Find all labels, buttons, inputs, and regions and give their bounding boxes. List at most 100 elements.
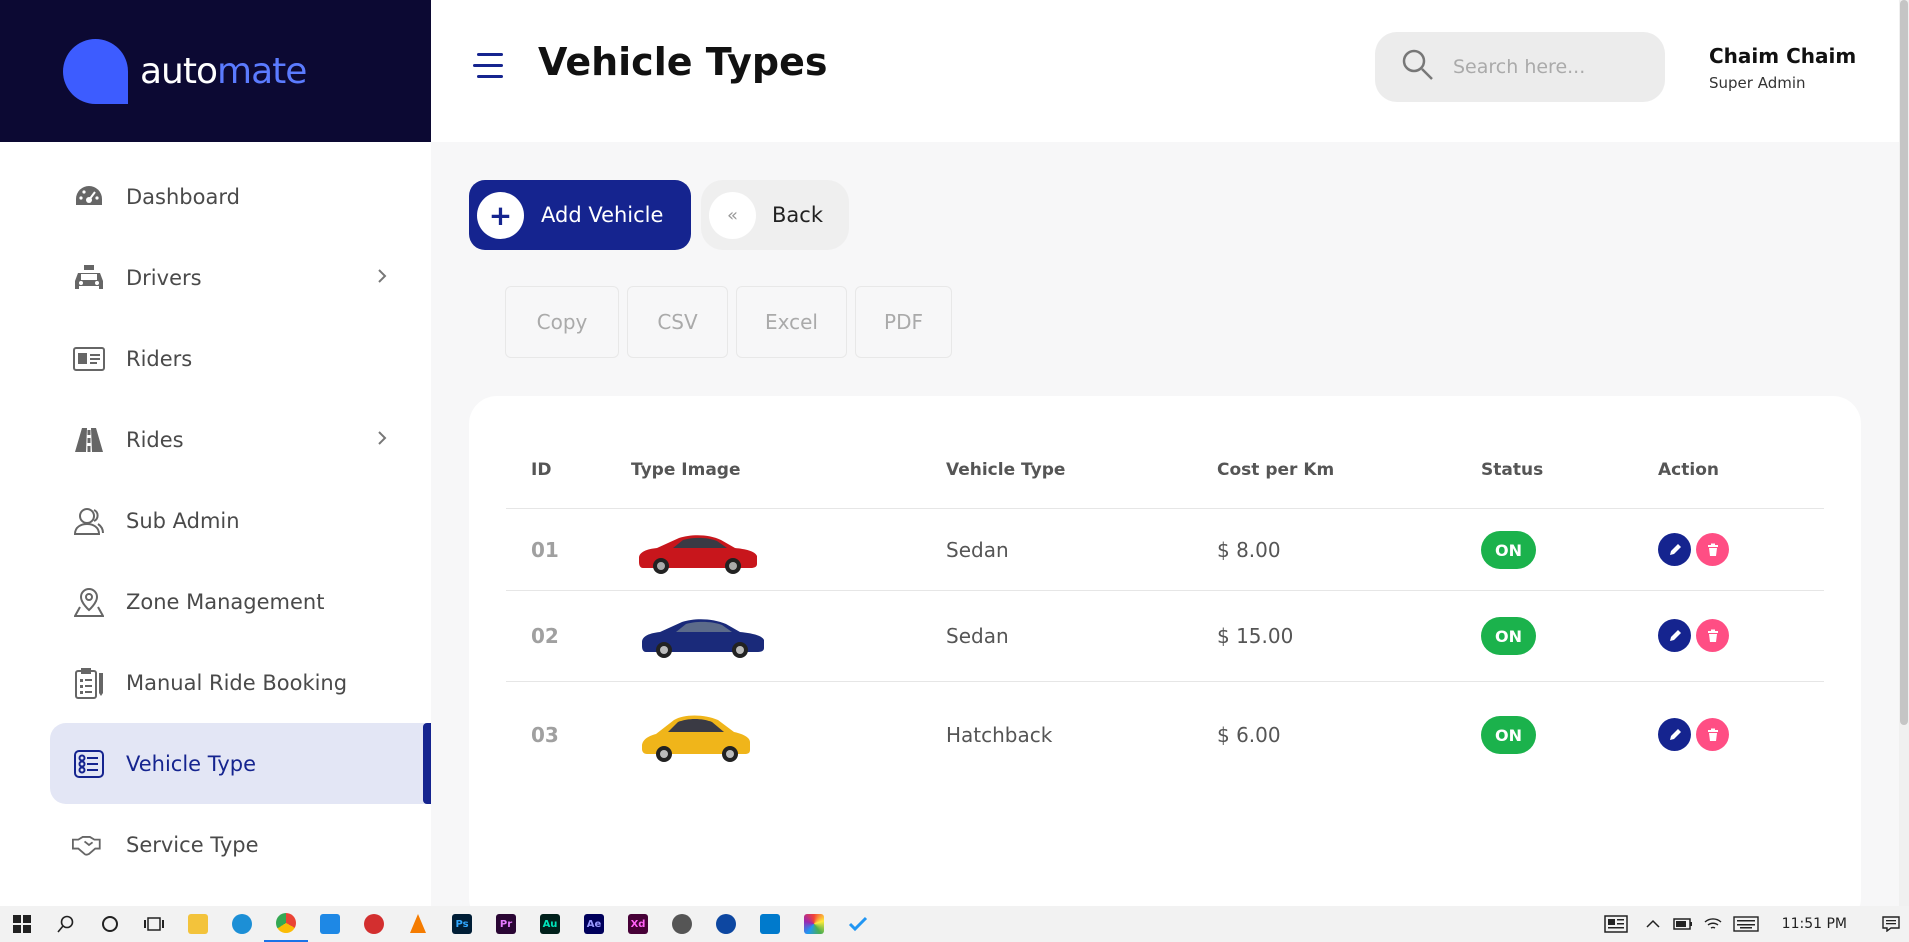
pencil-icon [1669, 629, 1681, 641]
column-header-id[interactable]: ID [531, 460, 551, 480]
table-row-id: 03 [531, 723, 559, 747]
trash-icon [1707, 728, 1718, 741]
top-header: Vehicle Types Chaim Chaim Super Admin [431, 0, 1899, 142]
menu-toggle-icon[interactable] [471, 50, 505, 82]
app-icon[interactable] [352, 906, 396, 942]
sidebar-item-rides[interactable]: Rides [50, 399, 431, 480]
sidebar-item-label: Vehicle Type [126, 751, 257, 776]
status-toggle[interactable]: ON [1481, 617, 1536, 655]
column-header-type-image[interactable]: Type Image [631, 460, 741, 480]
chrome-browser-icon[interactable] [264, 906, 308, 942]
scrollbar-thumb[interactable] [1900, 0, 1908, 725]
pencil-icon [1669, 543, 1681, 555]
column-header-status[interactable]: Status [1481, 460, 1543, 480]
premiere-icon[interactable]: Pr [484, 906, 528, 942]
excel-button[interactable]: Excel [736, 286, 847, 358]
wifi-icon[interactable] [1698, 906, 1728, 942]
edit-button[interactable] [1658, 533, 1691, 566]
keyboard-icon[interactable] [1728, 906, 1764, 942]
cost-cell: $ 8.00 [1217, 538, 1281, 562]
sidebar-item-sub-admin[interactable]: Sub Admin [50, 480, 431, 561]
search-input[interactable] [1453, 56, 1653, 78]
color-picker-icon[interactable] [792, 906, 836, 942]
search-icon [1401, 48, 1435, 86]
pdf-button[interactable]: PDF [855, 286, 952, 358]
status-toggle[interactable]: ON [1481, 531, 1536, 569]
copy-button[interactable]: Copy [505, 286, 619, 358]
media-player-icon[interactable] [660, 906, 704, 942]
search-box[interactable] [1375, 32, 1665, 102]
after-effects-icon[interactable]: Ae [572, 906, 616, 942]
list-settings-icon [72, 747, 106, 781]
row-divider [506, 590, 1824, 591]
plus-icon: + [477, 191, 524, 239]
task-view-icon[interactable] [132, 906, 176, 942]
hatchback-yellow-car-image [642, 715, 750, 762]
double-chevron-left-icon: « [709, 191, 756, 239]
edge-browser-icon[interactable] [220, 906, 264, 942]
sidebar-item-drivers[interactable]: Drivers [50, 237, 431, 318]
sidebar-item-zone-management[interactable]: Zone Management [50, 561, 431, 642]
column-header-vehicle-type[interactable]: Vehicle Type [946, 460, 1065, 480]
status-toggle[interactable]: ON [1481, 716, 1536, 754]
user-profile[interactable]: Chaim Chaim Super Admin [1709, 44, 1856, 92]
road-icon [72, 423, 106, 457]
table-row-id: 02 [531, 624, 559, 648]
chevron-up-icon[interactable] [1638, 906, 1668, 942]
sidebar-item-label: Dashboard [126, 184, 240, 209]
taskbar-clock[interactable]: 11:51 PM [1782, 916, 1847, 932]
edit-button[interactable] [1658, 619, 1691, 652]
adobe-xd-icon[interactable]: Xd [616, 906, 660, 942]
delete-button[interactable] [1696, 533, 1729, 566]
notifications-icon[interactable] [1873, 906, 1909, 942]
app-icon[interactable] [704, 906, 748, 942]
sedan-blue-car-image [642, 619, 764, 658]
sidebar-item-vehicle-type[interactable]: Vehicle Type [50, 723, 431, 804]
page-title: Vehicle Types [538, 40, 828, 84]
users-icon [72, 504, 106, 538]
trash-icon [1707, 543, 1718, 556]
system-tray: 11:51 PM [1594, 906, 1909, 942]
logo-wordmark: automate [140, 50, 307, 92]
search-icon[interactable] [44, 906, 88, 942]
sidebar-item-label: Riders [126, 346, 193, 371]
logo-mark-icon [63, 38, 128, 104]
vscode-icon[interactable] [748, 906, 792, 942]
windows-start-icon[interactable] [0, 906, 44, 942]
cortana-icon[interactable] [88, 906, 132, 942]
column-header-cost-per-km[interactable]: Cost per Km [1217, 460, 1334, 480]
back-button[interactable]: « Back [701, 180, 849, 250]
vehicle-type-cell: Sedan [946, 624, 1009, 648]
map-pin-icon [72, 585, 106, 619]
mail-icon[interactable] [308, 906, 352, 942]
sidebar-item-label: Drivers [126, 265, 202, 290]
sidebar-item-label: Manual Ride Booking [126, 670, 348, 695]
todo-icon[interactable] [836, 906, 880, 942]
add-vehicle-button[interactable]: + Add Vehicle [469, 180, 691, 250]
sidebar-item-riders[interactable]: Riders [50, 318, 431, 399]
csv-button[interactable]: CSV [627, 286, 728, 358]
audition-icon[interactable]: Au [528, 906, 572, 942]
taxi-icon [72, 261, 106, 295]
column-header-action[interactable]: Action [1658, 460, 1719, 480]
vlc-icon[interactable] [396, 906, 440, 942]
photoshop-icon[interactable]: Ps [440, 906, 484, 942]
chevron-right-icon [377, 268, 387, 288]
battery-icon[interactable] [1668, 906, 1698, 942]
edit-button[interactable] [1658, 718, 1691, 751]
sidebar-item-label: Rides [126, 427, 184, 452]
delete-button[interactable] [1696, 718, 1729, 751]
page-scrollbar[interactable] [1899, 0, 1909, 906]
sidebar-item-dashboard[interactable]: Dashboard [50, 156, 431, 237]
handshake-icon [72, 828, 106, 862]
row-divider [506, 681, 1824, 682]
vehicle-type-cell: Hatchback [946, 723, 1053, 747]
sedan-red-car-image [639, 535, 757, 574]
delete-button[interactable] [1696, 619, 1729, 652]
clipboard-icon [72, 666, 106, 700]
news-icon[interactable] [1594, 906, 1638, 942]
sidebar-item-manual-ride-booking[interactable]: Manual Ride Booking [50, 642, 431, 723]
sidebar-item-service-type[interactable]: Service Type [50, 804, 431, 885]
file-explorer-icon[interactable] [176, 906, 220, 942]
brand-logo[interactable]: automate [0, 0, 431, 142]
